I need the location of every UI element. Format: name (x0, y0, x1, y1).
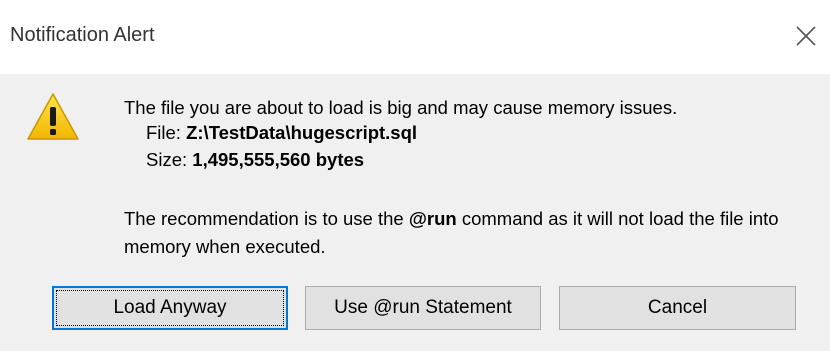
message-line: The file you are about to load is big an… (124, 97, 678, 118)
notification-dialog: Notification Alert The file you are abou… (0, 0, 830, 351)
close-button[interactable] (786, 16, 826, 56)
file-label: File: (146, 122, 181, 143)
load-anyway-button[interactable]: Load Anyway (52, 286, 288, 330)
use-run-statement-label: Use @run Statement (334, 297, 512, 318)
run-command: @run (408, 208, 457, 229)
file-path: Z:\TestData\hugescript.sql (186, 122, 418, 143)
close-icon[interactable] (795, 25, 817, 47)
cancel-button[interactable]: Cancel (559, 286, 796, 330)
file-size: 1,495,555,560 bytes (192, 149, 365, 170)
size-label: Size: (146, 149, 188, 170)
recommendation-before: The recommendation is to use the (124, 208, 409, 229)
size-info: Size: 1,495,555,560 bytes (146, 147, 364, 172)
load-anyway-label: Load Anyway (113, 297, 227, 318)
window-title: Notification Alert (10, 24, 155, 46)
file-info: File: Z:\TestData\hugescript.sql (146, 120, 417, 145)
cancel-label: Cancel (647, 297, 708, 318)
recommendation-text: The recommendation is to use the @run co… (124, 205, 824, 261)
title-bar: Notification Alert (0, 0, 830, 74)
use-run-statement-button[interactable]: Use @run Statement (305, 286, 541, 330)
warning-icon (27, 93, 79, 140)
